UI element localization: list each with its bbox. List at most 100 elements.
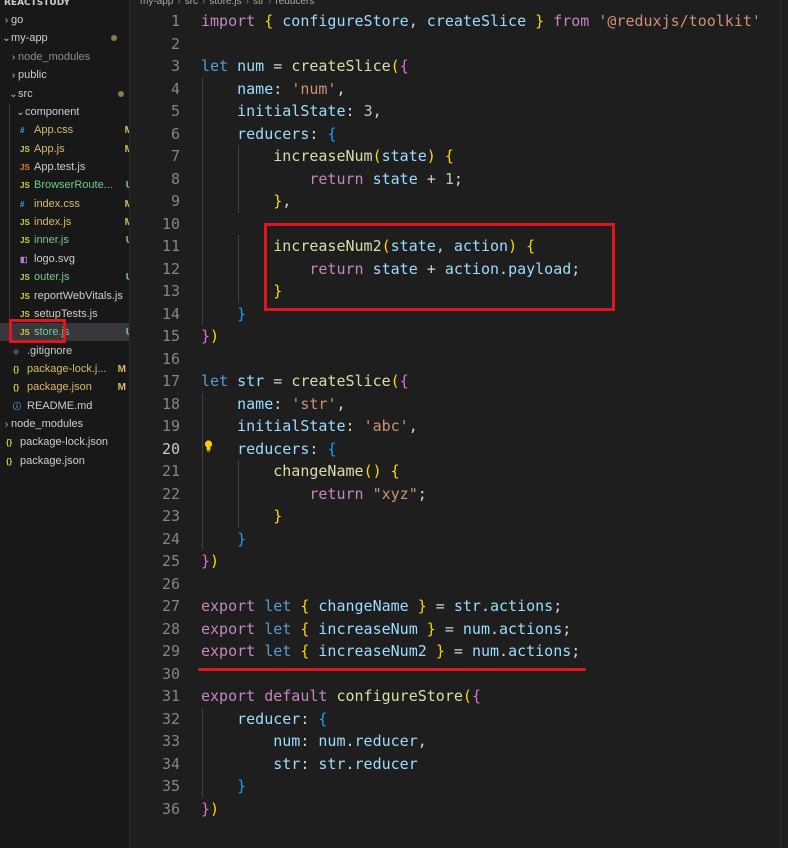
code-text: }	[273, 507, 283, 525]
explorer-item-label: package.json	[27, 381, 92, 393]
code-line[interactable]: 7 increaseNum(state) {	[130, 145, 780, 168]
export-line-underline	[198, 668, 586, 671]
code-text: })	[201, 327, 220, 345]
explorer-item[interactable]: ⌄ src	[0, 85, 129, 103]
line-number: 8	[170, 169, 180, 188]
chevron-right-icon: ›	[11, 69, 16, 81]
code-text: export default configureStore({	[201, 687, 481, 705]
css-file-icon: #	[20, 199, 25, 209]
code-line[interactable]: 9 },	[130, 190, 780, 213]
explorer-item[interactable]: › public	[0, 66, 129, 84]
explorer-item[interactable]: › go	[0, 11, 129, 29]
explorer-item[interactable]: {} package.json	[0, 452, 129, 470]
explorer-item[interactable]: JS App.test.js	[0, 158, 129, 176]
line-number: 19	[161, 417, 180, 435]
code-line[interactable]: 2	[130, 33, 780, 56]
code-text: reducers: {	[237, 439, 337, 458]
explorer-item[interactable]: {} package-lock.j... M	[0, 360, 129, 378]
js-file-icon: JS	[20, 291, 30, 301]
explorer-item[interactable]: ⌄ my-app	[0, 29, 129, 47]
explorer-item[interactable]: #App.cssM	[0, 121, 129, 139]
line-number: 25	[161, 552, 180, 570]
code-line[interactable]: 20 reducers: {	[130, 438, 780, 461]
code-line[interactable]: 19 initialState: 'abc',	[130, 415, 780, 438]
code-line[interactable]: 27 export let { changeName } = str.action…	[130, 595, 780, 618]
js-file-icon: JS	[20, 217, 30, 227]
line-number: 11	[161, 237, 180, 255]
explorer-item[interactable]: ⓘ README.md	[0, 397, 129, 415]
explorer-item[interactable]: ⌄ component	[0, 103, 129, 121]
code-line[interactable]: 30	[130, 663, 780, 686]
breadcrumb-symbol[interactable]: str	[253, 0, 264, 7]
explorer-item[interactable]: JS reportWebVitals.js	[0, 287, 129, 305]
explorer-item[interactable]: {} package-lock.json	[0, 433, 129, 451]
code-line[interactable]: 31 export default configureStore({	[130, 685, 780, 708]
svg-file-icon: ◧	[20, 254, 28, 264]
line-number: 26	[161, 574, 180, 593]
file-explorer: REACTSTUDY › go ⌄ my-app › node_modules › publi…	[0, 0, 130, 848]
code-line[interactable]: 25})	[130, 550, 780, 573]
chevron-right-icon: ›	[11, 51, 16, 63]
code-line[interactable]: 4 name: 'num',	[130, 78, 780, 101]
code-line[interactable]: 34 str: str.reducer	[130, 753, 780, 776]
explorer-item[interactable]: JSinner.jsU	[0, 231, 129, 249]
explorer-item[interactable]: #index.cssM	[0, 195, 129, 213]
line-number: 34	[161, 754, 180, 773]
breadcrumb-symbol[interactable]: reducers	[275, 0, 314, 7]
code-line[interactable]: 5 initialState: 3,	[130, 100, 780, 123]
code-line[interactable]: 23 }	[130, 505, 780, 528]
code-line[interactable]: 18 name: 'str',	[130, 393, 780, 416]
explorer-item[interactable]: ◧ logo.svg	[0, 250, 129, 268]
code-text: reducer: {	[237, 709, 328, 728]
code-line[interactable]: 1 import { configureStore, createSlice } …	[130, 10, 780, 33]
code-line[interactable]: 35 }	[130, 775, 780, 798]
code-text: }	[237, 304, 247, 323]
breadcrumb-folder[interactable]: src	[185, 0, 198, 7]
code-line[interactable]: 28 export let { increaseNum } = num.actio…	[130, 618, 780, 641]
code-line[interactable]: 22 return "xyz";	[130, 483, 780, 506]
code-editor[interactable]: 1 import { configureStore, createSlice } …	[130, 10, 780, 848]
line-number: 9	[170, 192, 180, 210]
code-line[interactable]: 17 let str = createSlice({	[130, 370, 780, 393]
breadcrumb-file[interactable]: store.js	[209, 0, 241, 7]
explorer-item-label: inner.js	[34, 234, 69, 246]
explorer-item[interactable]: JSApp.jsM	[0, 140, 129, 158]
line-number: 4	[170, 79, 180, 98]
explorer-item[interactable]: JSBrowserRoute...U	[0, 176, 129, 194]
breadcrumb-separator: ›	[202, 0, 206, 7]
explorer-item-label: package-lock.json	[20, 436, 109, 448]
explorer-item[interactable]: JSouter.jsU	[0, 268, 129, 286]
explorer-item[interactable]: › node_modules	[0, 48, 129, 66]
code-line[interactable]: 16	[130, 348, 780, 371]
code-text: export let { increaseNum } = num.actions…	[201, 619, 572, 638]
code-line[interactable]: 26	[130, 573, 780, 596]
code-line[interactable]: 8 return state + 1;	[130, 168, 780, 191]
explorer-item[interactable]: JSindex.jsM	[0, 213, 129, 231]
explorer-item-label: BrowserRoute...	[34, 179, 113, 191]
breadcrumb-separator: ›	[177, 0, 181, 7]
explorer-item-label: my-app	[11, 32, 48, 44]
code-line[interactable]: 21 changeName() {	[130, 460, 780, 483]
explorer-item-label: node_modules	[11, 418, 84, 430]
json-file-icon: {}	[6, 437, 13, 447]
line-number: 35	[161, 777, 180, 795]
line-number: 24	[161, 529, 180, 548]
breadcrumb-separator: ›	[245, 0, 249, 7]
code-line[interactable]: 24 }	[130, 528, 780, 551]
code-line[interactable]: 32 reducer: {	[130, 708, 780, 731]
lightbulb-icon[interactable]	[204, 440, 213, 452]
editor-scrollbar[interactable]	[780, 0, 788, 848]
explorer-item[interactable]: {} package.json M	[0, 378, 129, 396]
breadcrumb-folder[interactable]: my-app	[140, 0, 173, 7]
css-file-icon: #	[20, 125, 25, 135]
code-line[interactable]: 3 let num = createSlice({	[130, 55, 780, 78]
explorer-item[interactable]: ◆ .gitignore	[0, 342, 129, 360]
code-line[interactable]: 36})	[130, 798, 780, 821]
code-line[interactable]: 33 num: num.reducer,	[130, 730, 780, 753]
code-line[interactable]: 15})	[130, 325, 780, 348]
code-line[interactable]: 29 export let { increaseNum2 } = num.acti…	[130, 640, 780, 663]
modified-dot-icon	[111, 35, 117, 41]
code-line[interactable]: 6 reducers: {	[130, 123, 780, 146]
explorer-item-label: logo.svg	[34, 253, 75, 265]
explorer-item[interactable]: › node_modules	[0, 415, 129, 433]
